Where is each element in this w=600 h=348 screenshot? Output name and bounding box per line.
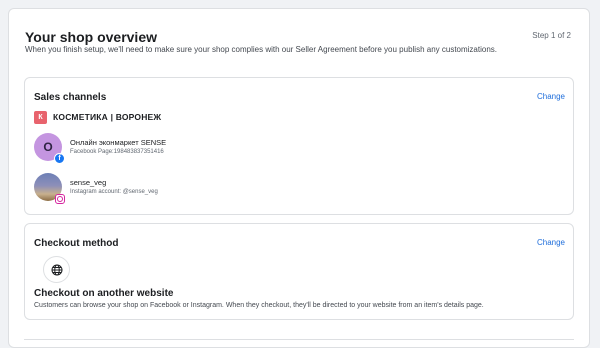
checkout-method-section: Checkout method Change Checkout on anoth… [24, 223, 574, 320]
shop-badge-icon: К [34, 110, 47, 124]
facebook-page-account: О f Онлайн эконмаркет SENSE Facebook Pag… [34, 133, 334, 164]
instagram-account-meta: Instagram account: @sense_veg [70, 189, 158, 195]
sales-channels-title: Sales channels [34, 92, 107, 103]
checkout-change-link[interactable]: Change [537, 238, 565, 247]
sales-channels-section: Sales channels Change К КОСМЕТИКА | ВОРО… [24, 77, 574, 215]
facebook-page-name: Онлайн эконмаркет SENSE [70, 138, 167, 147]
facebook-page-avatar: О f [34, 133, 65, 164]
checkout-option-description: Customers can browse your shop on Facebo… [34, 302, 484, 309]
shop-overview-card: Your shop overview When you finish setup… [8, 8, 590, 348]
facebook-page-meta: Facebook Page:198483837351416 [70, 149, 164, 155]
facebook-icon: f [54, 153, 65, 164]
shop-row: К КОСМЕТИКА | ВОРОНЕЖ [34, 110, 161, 124]
step-indicator: Step 1 of 2 [532, 31, 571, 40]
checkout-option-title: Checkout on another website [34, 288, 174, 299]
shop-name: КОСМЕТИКА | ВОРОНЕЖ [53, 112, 162, 122]
instagram-account: sense_veg Instagram account: @sense_veg [34, 173, 334, 204]
sales-channels-change-link[interactable]: Change [537, 92, 565, 101]
page-subtitle: When you finish setup, we'll need to mak… [25, 45, 497, 54]
globe-icon [43, 256, 70, 283]
divider [24, 339, 574, 340]
page-title: Your shop overview [25, 29, 157, 45]
instagram-icon [55, 194, 65, 204]
checkout-method-title: Checkout method [34, 238, 119, 249]
instagram-avatar [34, 173, 65, 204]
instagram-account-name: sense_veg [70, 178, 107, 187]
